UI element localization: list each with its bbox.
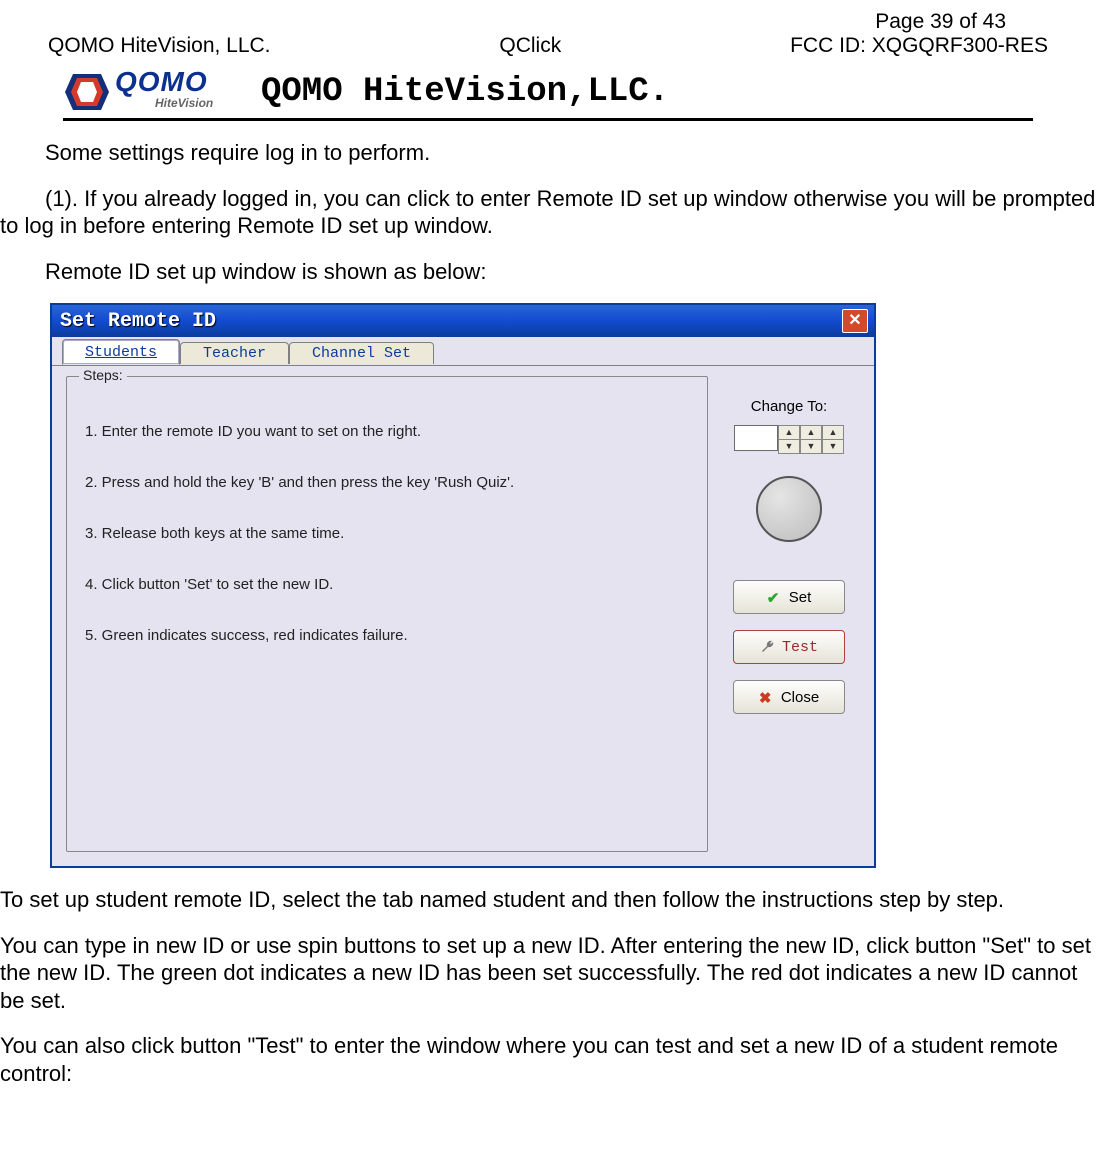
step-2: 2. Press and hold the key 'B' and then p…	[85, 474, 695, 491]
step-3: 3. Release both keys at the same time.	[85, 525, 695, 542]
letterhead-title: QOMO HiteVision,LLC.	[261, 73, 669, 111]
spin-down-3-icon[interactable]: ▼	[823, 440, 843, 453]
para-6: You can also click button "Test" to ente…	[0, 1032, 1096, 1087]
close-icon[interactable]: ✕	[842, 309, 868, 333]
remote-id-dialog: Set Remote ID ✕ Students Teacher Channel…	[50, 303, 876, 868]
letterhead: QOMO HiteVision QOMO HiteVision,LLC.	[63, 66, 1033, 121]
logo-main-text: QOMO	[115, 66, 208, 98]
tab-students-label: Students	[85, 344, 157, 361]
test-button-label: Test	[782, 639, 818, 656]
id-input[interactable]	[734, 425, 778, 451]
spin-down-1-icon[interactable]: ▼	[779, 440, 799, 453]
close-button[interactable]: ✖ Close	[733, 680, 845, 714]
tab-row: Students Teacher Channel Set	[62, 339, 874, 365]
logo-sub-text: HiteVision	[155, 96, 213, 110]
spin-up-3-icon[interactable]: ▲	[823, 426, 843, 440]
para-5: You can type in new ID or use spin butto…	[0, 932, 1096, 1015]
document-page: Page 39 of 43 QOMO HiteVision, LLC. QCli…	[0, 0, 1096, 1127]
step-1: 1. Enter the remote ID you want to set o…	[85, 423, 695, 440]
header-meta-row: QOMO HiteVision, LLC. QClick FCC ID: XQG…	[48, 34, 1048, 58]
wrench-icon	[760, 639, 776, 655]
dialog-title: Set Remote ID	[60, 310, 216, 333]
tab-teacher[interactable]: Teacher	[180, 342, 289, 364]
id-spinner: ▲ ▼ ▲ ▼ ▲ ▼	[734, 425, 844, 454]
tab-channel-set-label: Channel Set	[312, 345, 411, 362]
close-button-label: Close	[781, 689, 819, 706]
tab-students[interactable]: Students	[62, 339, 180, 365]
dialog-body: Steps: 1. Enter the remote ID you want t…	[52, 365, 874, 866]
check-icon: ✔	[767, 589, 783, 605]
steps-groupbox: Steps: 1. Enter the remote ID you want t…	[66, 376, 708, 852]
change-to-label: Change To:	[751, 398, 827, 415]
step-4: 4. Click button 'Set' to set the new ID.	[85, 576, 695, 593]
spin-down-2-icon[interactable]: ▼	[801, 440, 821, 453]
header-left: QOMO HiteVision, LLC.	[48, 34, 271, 58]
page-number: Page 39 of 43	[0, 10, 1006, 34]
set-button[interactable]: ✔ Set	[733, 580, 845, 614]
header-center: QClick	[499, 34, 561, 58]
x-icon: ✖	[759, 689, 775, 705]
tab-teacher-label: Teacher	[203, 345, 266, 362]
spin-up-2-icon[interactable]: ▲	[801, 426, 821, 440]
status-dot-icon	[756, 476, 822, 542]
side-panel: Change To: ▲ ▼ ▲ ▼ ▲ ▼	[718, 376, 860, 852]
para-3: Remote ID set up window is shown as belo…	[45, 258, 1096, 286]
logo-icon	[63, 70, 111, 112]
step-5: 5. Green indicates success, red indicate…	[85, 627, 695, 644]
para-2: (1). If you already logged in, you can c…	[0, 185, 1096, 240]
spin-col-3: ▲ ▼	[822, 425, 844, 454]
spin-col-1: ▲ ▼	[778, 425, 800, 454]
para-1: Some settings require log in to perform.	[45, 139, 1096, 167]
header-right: FCC ID: XQGQRF300-RES	[790, 34, 1048, 58]
qomo-logo: QOMO HiteVision	[63, 66, 243, 118]
dialog-titlebar[interactable]: Set Remote ID ✕	[52, 305, 874, 337]
spin-up-1-icon[interactable]: ▲	[779, 426, 799, 440]
set-button-label: Set	[789, 589, 812, 606]
tab-channel-set[interactable]: Channel Set	[289, 342, 434, 364]
steps-legend: Steps:	[79, 367, 127, 383]
para-4: To set up student remote ID, select the …	[0, 886, 1096, 914]
test-button[interactable]: Test	[733, 630, 845, 664]
spin-col-2: ▲ ▼	[800, 425, 822, 454]
